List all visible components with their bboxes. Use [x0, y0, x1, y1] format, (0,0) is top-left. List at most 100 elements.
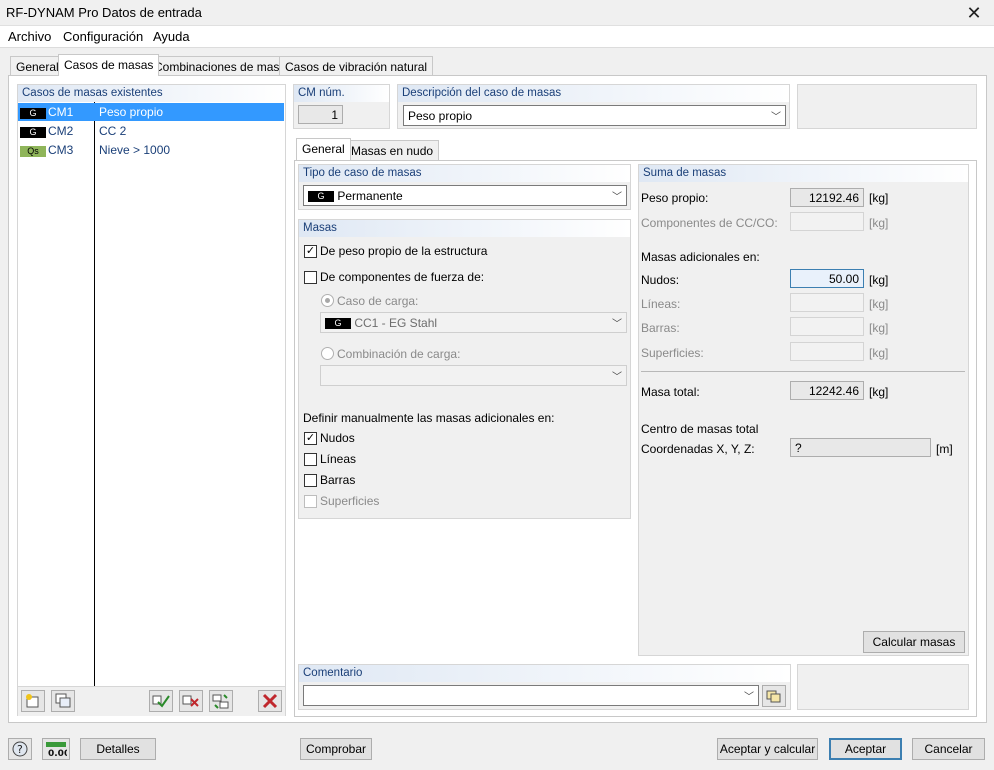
- cm-num-panel: CM núm. 1: [293, 84, 390, 129]
- chevron-down-icon: ﹀: [612, 192, 622, 203]
- list-divider: [94, 102, 95, 686]
- caso-carga-label: Caso de carga:: [337, 294, 419, 308]
- menu-configuracion[interactable]: Configuración: [63, 29, 143, 44]
- componentes-sum-label: Componentes de CC/CO:: [641, 216, 778, 230]
- barras-value: [790, 317, 864, 336]
- lineas-sum-label: Líneas:: [641, 297, 681, 311]
- nudos-sum-label: Nudos:: [641, 273, 680, 287]
- description-header: Descripción del caso de masas: [398, 85, 789, 102]
- tipo-value: Permanente: [337, 189, 403, 203]
- comment-library-icon[interactable]: [762, 685, 786, 707]
- description-panel: Descripción del caso de masas Peso propi…: [397, 84, 790, 129]
- close-icon[interactable]: ✕: [962, 2, 986, 24]
- window-title: RF-DYNAM Pro Datos de entrada: [6, 5, 202, 20]
- list-item-cm2[interactable]: G CM2 CC 2: [18, 122, 284, 140]
- combinacion-combo: ﹀: [320, 365, 627, 386]
- lineas-checkbox[interactable]: [304, 453, 317, 466]
- tipo-combo[interactable]: G Permanente ﹀: [303, 185, 627, 206]
- lineas-label: Líneas: [320, 452, 357, 466]
- copy-case-icon[interactable]: [51, 690, 75, 712]
- chevron-down-icon: ﹀: [612, 372, 622, 383]
- help-icon[interactable]: ?: [8, 738, 32, 760]
- unit-m: [m]: [936, 442, 953, 456]
- comentario-side-panel: [797, 664, 969, 710]
- uncheck-all-icon[interactable]: [179, 690, 203, 712]
- units-icon-text: 0.00: [48, 749, 67, 757]
- list-item-name: Nieve > 1000: [99, 143, 171, 157]
- superficies-checkbox: [304, 495, 317, 508]
- cm-num-header: CM núm.: [294, 85, 389, 102]
- lineas-value: [790, 293, 864, 312]
- masas-panel: Masas ✓ De peso propio de la estructura …: [298, 219, 631, 519]
- toggle-check-icon[interactable]: [209, 690, 233, 712]
- combinacion-radio: [321, 347, 334, 360]
- componentes-checkbox[interactable]: [304, 271, 317, 284]
- unit-kg: [kg]: [869, 191, 889, 205]
- menu-ayuda[interactable]: Ayuda: [153, 29, 190, 44]
- cm-num-field: 1: [298, 105, 343, 124]
- nudos-value: 50.00: [790, 269, 864, 288]
- componentes-value: [790, 212, 864, 231]
- aceptar-calcular-button[interactable]: Aceptar y calcular: [717, 738, 818, 760]
- unit-kg: [kg]: [869, 216, 889, 230]
- peso-propio-sum-label: Peso propio:: [641, 191, 709, 205]
- units-icon[interactable]: 0.00: [42, 738, 70, 760]
- unit-kg: [kg]: [869, 321, 889, 335]
- subtab-masas-en-nudo[interactable]: Masas en nudo: [345, 140, 440, 160]
- peso-propio-checkbox[interactable]: ✓: [304, 245, 317, 258]
- tab-casos-de-vibracion[interactable]: Casos de vibración natural: [279, 56, 434, 76]
- tab-general[interactable]: General: [10, 56, 65, 76]
- superficies-sum-label: Superficies:: [641, 346, 704, 360]
- description-combo[interactable]: Peso propio ﹀: [403, 105, 786, 126]
- barras-checkbox[interactable]: [304, 474, 317, 487]
- check-all-icon[interactable]: [149, 690, 173, 712]
- badge-qs: Qs: [20, 146, 46, 158]
- tab-combinaciones-de-masas[interactable]: Combinaciones de masas: [148, 56, 299, 76]
- adicionales-label: Masas adicionales en:: [641, 250, 760, 264]
- masas-header: Masas: [299, 220, 630, 237]
- list-item-id: CM1: [48, 105, 74, 119]
- comprobar-button[interactable]: Comprobar: [300, 738, 372, 760]
- detalles-button[interactable]: Detalles: [80, 738, 156, 760]
- unit-kg: [kg]: [869, 385, 889, 399]
- comentario-header: Comentario: [299, 665, 790, 682]
- caso-carga-radio: [321, 294, 334, 307]
- list-item-cm3[interactable]: Qs CM3 Nieve > 1000: [18, 141, 284, 159]
- superficies-label: Superficies: [320, 494, 380, 508]
- menu-archivo[interactable]: Archivo: [8, 29, 51, 44]
- caso-carga-value: CC1 - EG Stahl: [354, 316, 438, 330]
- tab-casos-de-masas[interactable]: Casos de masas: [58, 54, 160, 76]
- total-value: 12242.46: [790, 381, 864, 400]
- peso-propio-label: De peso propio de la estructura: [320, 244, 488, 258]
- list-item-id: CM2: [48, 124, 74, 138]
- badge-g: G: [20, 108, 46, 120]
- calcular-masas-button[interactable]: Calcular masas: [863, 631, 965, 653]
- unit-kg: [kg]: [869, 346, 889, 360]
- centro-label: Centro de masas total: [641, 422, 759, 436]
- badge-g: G: [20, 127, 46, 139]
- preview-panel: [797, 84, 977, 129]
- list-item-id: CM3: [48, 143, 74, 157]
- new-case-icon[interactable]: [21, 690, 45, 712]
- unit-kg: [kg]: [869, 297, 889, 311]
- nudos-checkbox[interactable]: ✓: [304, 432, 317, 445]
- list-item-cm1[interactable]: G CM1 Peso propio: [18, 103, 284, 121]
- menu-bar: Archivo Configuración Ayuda: [0, 26, 994, 48]
- caso-carga-combo: G CC1 - EG Stahl ﹀: [320, 312, 627, 333]
- description-value: Peso propio: [408, 109, 473, 123]
- coord-label: Coordenadas X, Y, Z:: [641, 442, 755, 456]
- delete-case-icon[interactable]: [258, 690, 282, 712]
- barras-sum-label: Barras:: [641, 321, 680, 335]
- cancelar-button[interactable]: Cancelar: [912, 738, 985, 760]
- tipo-panel: Tipo de caso de masas G Permanente ﹀: [298, 164, 631, 210]
- title-bar: RF-DYNAM Pro Datos de entrada ✕: [0, 0, 994, 26]
- subtab-general[interactable]: General: [296, 138, 351, 160]
- componentes-label: De componentes de fuerza de:: [320, 270, 485, 284]
- aceptar-button[interactable]: Aceptar: [829, 738, 902, 760]
- chevron-down-icon: ﹀: [744, 692, 754, 703]
- peso-propio-value: 12192.46: [790, 188, 864, 207]
- comentario-combo[interactable]: ﹀: [303, 685, 759, 706]
- badge-g: G: [325, 318, 351, 330]
- mass-cases-header: Casos de masas existentes: [18, 85, 285, 102]
- suma-header: Suma de masas: [639, 165, 968, 182]
